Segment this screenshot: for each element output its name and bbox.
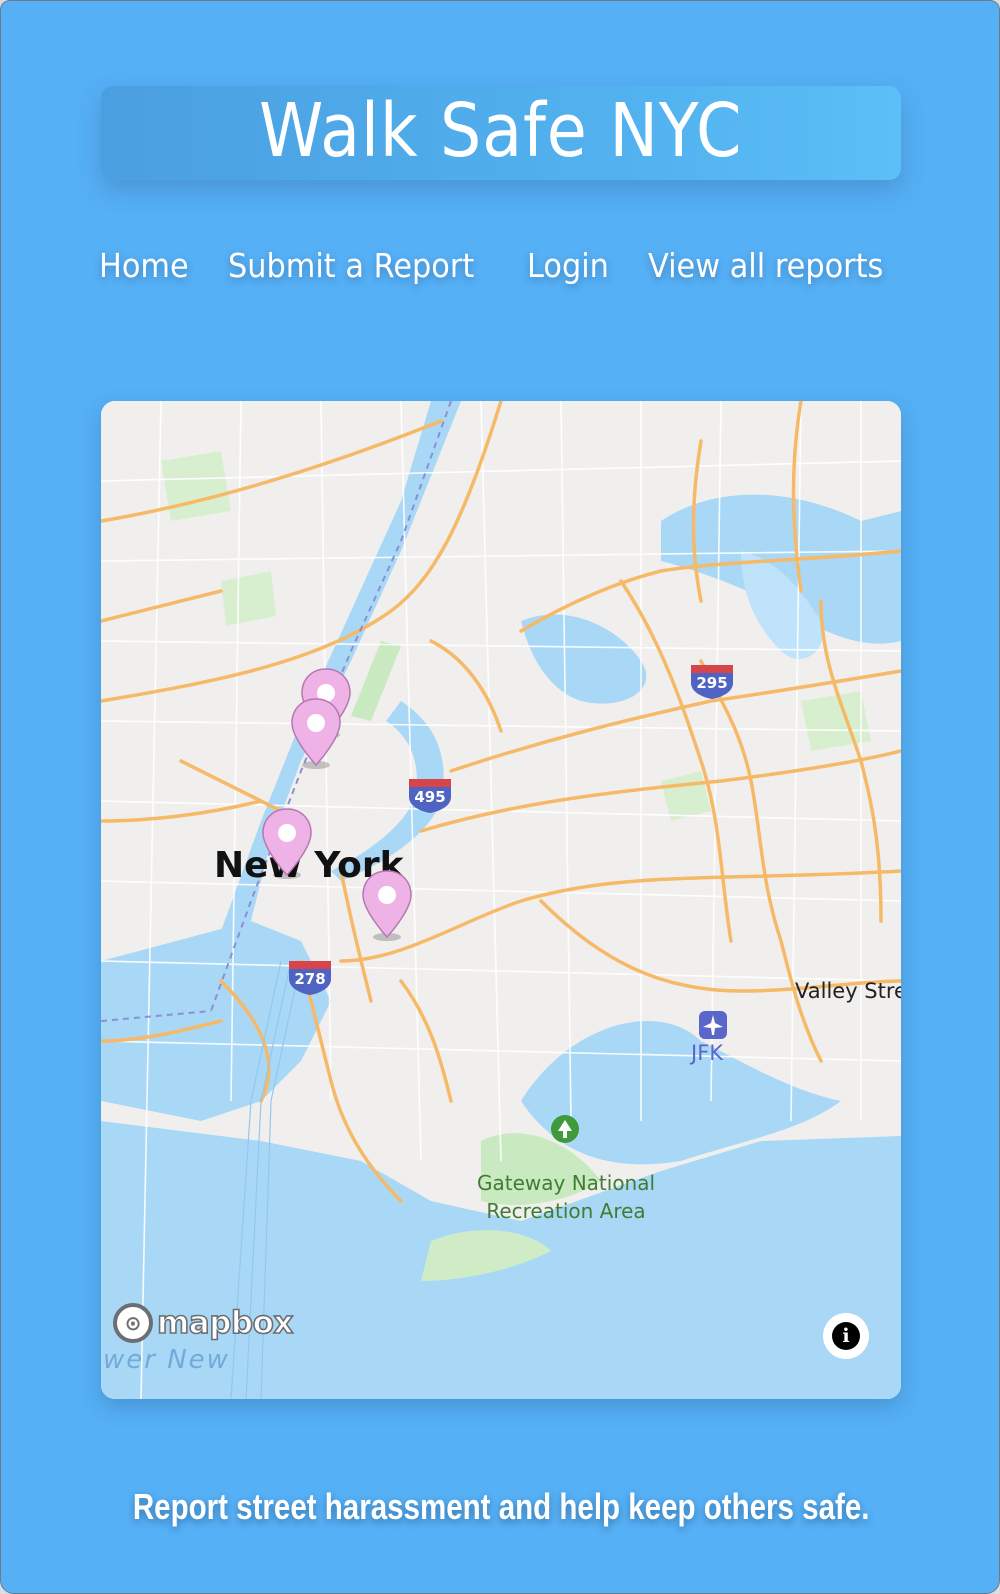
reports-map[interactable]: 295 495 278 New York Valley Stre JFK Gat… (101, 401, 901, 1399)
tagline: Report street harassment and help keep o… (1, 1486, 999, 1528)
mapbox-wordmark: mapbox (156, 1304, 294, 1342)
map-canvas[interactable] (101, 401, 901, 1399)
map-label-valley-stream: Valley Stre (795, 979, 901, 1003)
i278-shield-icon: 278 (287, 959, 333, 995)
map-label-gateway: Gateway National Recreation Area (477, 1169, 655, 1225)
report-marker[interactable] (288, 697, 344, 771)
main-nav: Home Submit a Report Login View all repo… (99, 241, 904, 289)
map-label-gateway-line1: Gateway National (477, 1171, 656, 1195)
nav-view-reports-link[interactable]: View all reports (648, 246, 883, 285)
attribution-info-button[interactable]: i (823, 1313, 869, 1359)
mapbox-compass-icon: ⊙ (113, 1303, 153, 1343)
map-label-jfk: JFK (691, 1041, 724, 1065)
title-banner: Walk Safe NYC (101, 86, 901, 180)
nav-home-link[interactable]: Home (99, 246, 189, 285)
info-icon: i (832, 1322, 860, 1350)
report-marker[interactable] (259, 807, 315, 881)
tagline-text: Report street harassment and help keep o… (132, 1486, 870, 1527)
mapbox-logo[interactable]: ⊙ mapbox (113, 1301, 294, 1345)
app-window: Walk Safe NYC Home Submit a Report Login… (0, 0, 1000, 1594)
i295-shield-icon: 295 (689, 663, 735, 699)
nav-login-link[interactable]: Login (527, 246, 609, 285)
page-title: Walk Safe NYC (259, 88, 743, 174)
map-label-lower-new-york: wer New (103, 1345, 230, 1375)
report-marker[interactable] (359, 869, 415, 943)
nav-submit-report-link[interactable]: Submit a Report (228, 246, 474, 285)
map-label-gateway-line2: Recreation Area (486, 1199, 646, 1223)
i495-shield-icon: 495 (407, 777, 453, 813)
